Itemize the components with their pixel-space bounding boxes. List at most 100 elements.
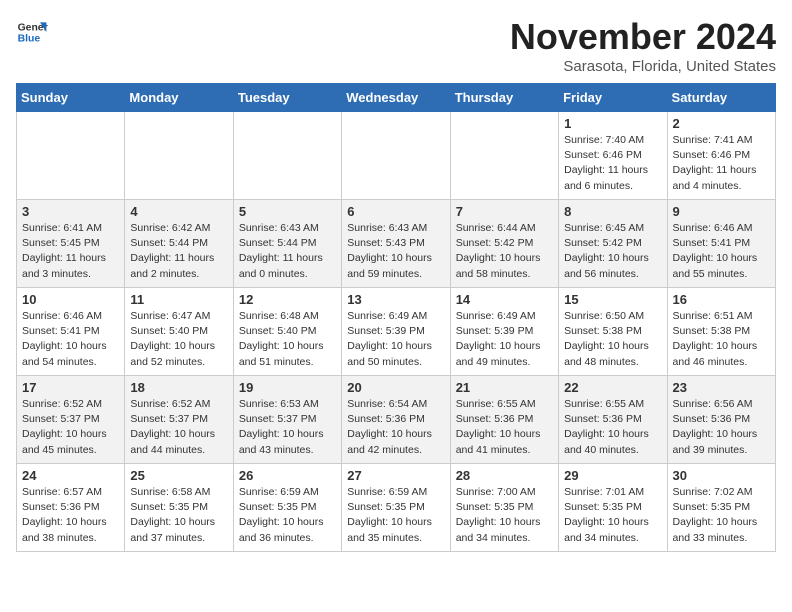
day-number: 13 [347, 292, 444, 307]
day-number: 23 [673, 380, 770, 395]
day-number: 17 [22, 380, 119, 395]
day-number: 26 [239, 468, 336, 483]
day-info: Sunrise: 6:53 AM Sunset: 5:37 PM Dayligh… [239, 397, 336, 458]
calendar-day-cell [342, 112, 450, 200]
calendar-day-cell: 11Sunrise: 6:47 AM Sunset: 5:40 PM Dayli… [125, 288, 233, 376]
day-info: Sunrise: 6:49 AM Sunset: 5:39 PM Dayligh… [347, 309, 444, 370]
calendar-day-cell: 18 Sunrise: 6:52 AM Sunset: 5:37 PM Dayli… [125, 376, 233, 464]
day-number: 9 [673, 204, 770, 219]
day-number: 1 [564, 116, 661, 131]
calendar-day-cell: 9 Sunrise: 6:46 AM Sunset: 5:41 PM Daylig… [667, 200, 775, 288]
day-info: Sunrise: 7:40 AM Sunset: 6:46 PM Dayligh… [564, 133, 661, 194]
month-title: November 2024 [510, 16, 776, 58]
day-info: Sunrise: 6:41 AM Sunset: 5:45 PM Dayligh… [22, 221, 119, 282]
calendar-day-cell [450, 112, 558, 200]
calendar-day-cell: 23 Sunrise: 6:56 AM Sunset: 5:36 PM Dayli… [667, 376, 775, 464]
calendar-body: 1 Sunrise: 7:40 AM Sunset: 6:46 PM Daylig… [17, 112, 776, 552]
calendar-header-cell: Saturday [667, 84, 775, 112]
day-info: Sunrise: 6:50 AM Sunset: 5:38 PM Dayligh… [564, 309, 661, 370]
calendar-day-cell: 1 Sunrise: 7:40 AM Sunset: 6:46 PM Daylig… [559, 112, 667, 200]
calendar-day-cell: 3Sunrise: 6:41 AM Sunset: 5:45 PM Daylig… [17, 200, 125, 288]
calendar-day-cell [125, 112, 233, 200]
day-info: Sunrise: 6:44 AM Sunset: 5:42 PM Dayligh… [456, 221, 553, 282]
day-info: Sunrise: 6:43 AM Sunset: 5:44 PM Dayligh… [239, 221, 336, 282]
calendar-header-cell: Tuesday [233, 84, 341, 112]
day-info: Sunrise: 6:46 AM Sunset: 5:41 PM Dayligh… [22, 309, 119, 370]
calendar-day-cell: 24 Sunrise: 6:57 AM Sunset: 5:36 PM Dayli… [17, 464, 125, 552]
calendar-header-cell: Friday [559, 84, 667, 112]
calendar-day-cell: 16 Sunrise: 6:51 AM Sunset: 5:38 PM Dayli… [667, 288, 775, 376]
day-number: 15 [564, 292, 661, 307]
day-number: 28 [456, 468, 553, 483]
day-number: 2 [673, 116, 770, 131]
day-number: 25 [130, 468, 227, 483]
calendar-day-cell: 4Sunrise: 6:42 AM Sunset: 5:44 PM Daylig… [125, 200, 233, 288]
calendar-day-cell: 27 Sunrise: 6:59 AM Sunset: 5:35 PM Dayli… [342, 464, 450, 552]
day-info: Sunrise: 6:58 AM Sunset: 5:35 PM Dayligh… [130, 485, 227, 546]
day-info: Sunrise: 7:02 AM Sunset: 5:35 PM Dayligh… [673, 485, 770, 546]
day-number: 16 [673, 292, 770, 307]
location: Sarasota, Florida, United States [510, 58, 776, 75]
calendar-day-cell: 12Sunrise: 6:48 AM Sunset: 5:40 PM Dayli… [233, 288, 341, 376]
day-number: 18 [130, 380, 227, 395]
day-number: 10 [22, 292, 119, 307]
calendar-day-cell [233, 112, 341, 200]
day-info: Sunrise: 6:52 AM Sunset: 5:37 PM Dayligh… [130, 397, 227, 458]
calendar-day-cell: 14 Sunrise: 6:49 AM Sunset: 5:39 PM Dayli… [450, 288, 558, 376]
day-number: 27 [347, 468, 444, 483]
calendar-day-cell: 19 Sunrise: 6:53 AM Sunset: 5:37 PM Dayli… [233, 376, 341, 464]
calendar-header-cell: Monday [125, 84, 233, 112]
calendar-day-cell: 25 Sunrise: 6:58 AM Sunset: 5:35 PM Dayli… [125, 464, 233, 552]
day-info: Sunrise: 6:42 AM Sunset: 5:44 PM Dayligh… [130, 221, 227, 282]
day-info: Sunrise: 6:46 AM Sunset: 5:41 PM Dayligh… [673, 221, 770, 282]
day-info: Sunrise: 6:48 AM Sunset: 5:40 PM Dayligh… [239, 309, 336, 370]
day-info: Sunrise: 6:54 AM Sunset: 5:36 PM Dayligh… [347, 397, 444, 458]
day-info: Sunrise: 6:51 AM Sunset: 5:38 PM Dayligh… [673, 309, 770, 370]
day-number: 21 [456, 380, 553, 395]
day-info: Sunrise: 6:43 AM Sunset: 5:43 PM Dayligh… [347, 221, 444, 282]
calendar-table: SundayMondayTuesdayWednesdayThursdayFrid… [16, 83, 776, 552]
day-info: Sunrise: 6:47 AM Sunset: 5:40 PM Dayligh… [130, 309, 227, 370]
calendar-week-row: 1 Sunrise: 7:40 AM Sunset: 6:46 PM Daylig… [17, 112, 776, 200]
day-number: 7 [456, 204, 553, 219]
day-number: 14 [456, 292, 553, 307]
day-number: 6 [347, 204, 444, 219]
day-info: Sunrise: 6:56 AM Sunset: 5:36 PM Dayligh… [673, 397, 770, 458]
day-number: 5 [239, 204, 336, 219]
day-info: Sunrise: 6:49 AM Sunset: 5:39 PM Dayligh… [456, 309, 553, 370]
header: General Blue November 2024 Sarasota, Flo… [16, 16, 776, 75]
day-info: Sunrise: 7:01 AM Sunset: 5:35 PM Dayligh… [564, 485, 661, 546]
day-number: 29 [564, 468, 661, 483]
day-info: Sunrise: 6:55 AM Sunset: 5:36 PM Dayligh… [564, 397, 661, 458]
calendar-day-cell: 30 Sunrise: 7:02 AM Sunset: 5:35 PM Dayli… [667, 464, 775, 552]
day-number: 30 [673, 468, 770, 483]
calendar-header-cell: Wednesday [342, 84, 450, 112]
calendar-header-cell: Sunday [17, 84, 125, 112]
day-info: Sunrise: 7:00 AM Sunset: 5:35 PM Dayligh… [456, 485, 553, 546]
calendar-day-cell: 21 Sunrise: 6:55 AM Sunset: 5:36 PM Dayli… [450, 376, 558, 464]
day-info: Sunrise: 6:52 AM Sunset: 5:37 PM Dayligh… [22, 397, 119, 458]
day-number: 20 [347, 380, 444, 395]
day-info: Sunrise: 6:55 AM Sunset: 5:36 PM Dayligh… [456, 397, 553, 458]
day-number: 19 [239, 380, 336, 395]
day-info: Sunrise: 6:59 AM Sunset: 5:35 PM Dayligh… [239, 485, 336, 546]
calendar-day-cell: 29 Sunrise: 7:01 AM Sunset: 5:35 PM Dayli… [559, 464, 667, 552]
logo-icon: General Blue [16, 16, 48, 48]
calendar-day-cell: 26 Sunrise: 6:59 AM Sunset: 5:35 PM Dayli… [233, 464, 341, 552]
day-number: 8 [564, 204, 661, 219]
title-area: November 2024 Sarasota, Florida, United … [510, 16, 776, 75]
calendar-day-cell: 15 Sunrise: 6:50 AM Sunset: 5:38 PM Dayli… [559, 288, 667, 376]
calendar-day-cell: 20 Sunrise: 6:54 AM Sunset: 5:36 PM Dayli… [342, 376, 450, 464]
day-number: 24 [22, 468, 119, 483]
day-info: Sunrise: 6:45 AM Sunset: 5:42 PM Dayligh… [564, 221, 661, 282]
calendar-day-cell: 8 Sunrise: 6:45 AM Sunset: 5:42 PM Daylig… [559, 200, 667, 288]
day-info: Sunrise: 6:57 AM Sunset: 5:36 PM Dayligh… [22, 485, 119, 546]
calendar-day-cell: 6 Sunrise: 6:43 AM Sunset: 5:43 PM Daylig… [342, 200, 450, 288]
calendar-day-cell: 22Sunrise: 6:55 AM Sunset: 5:36 PM Dayli… [559, 376, 667, 464]
day-info: Sunrise: 6:59 AM Sunset: 5:35 PM Dayligh… [347, 485, 444, 546]
calendar-day-cell: 13 Sunrise: 6:49 AM Sunset: 5:39 PM Dayli… [342, 288, 450, 376]
calendar-day-cell: 2Sunrise: 7:41 AM Sunset: 6:46 PM Daylig… [667, 112, 775, 200]
calendar-week-row: 17 Sunrise: 6:52 AM Sunset: 5:37 PM Dayli… [17, 376, 776, 464]
logo: General Blue [16, 16, 48, 48]
calendar-week-row: 10 Sunrise: 6:46 AM Sunset: 5:41 PM Dayli… [17, 288, 776, 376]
